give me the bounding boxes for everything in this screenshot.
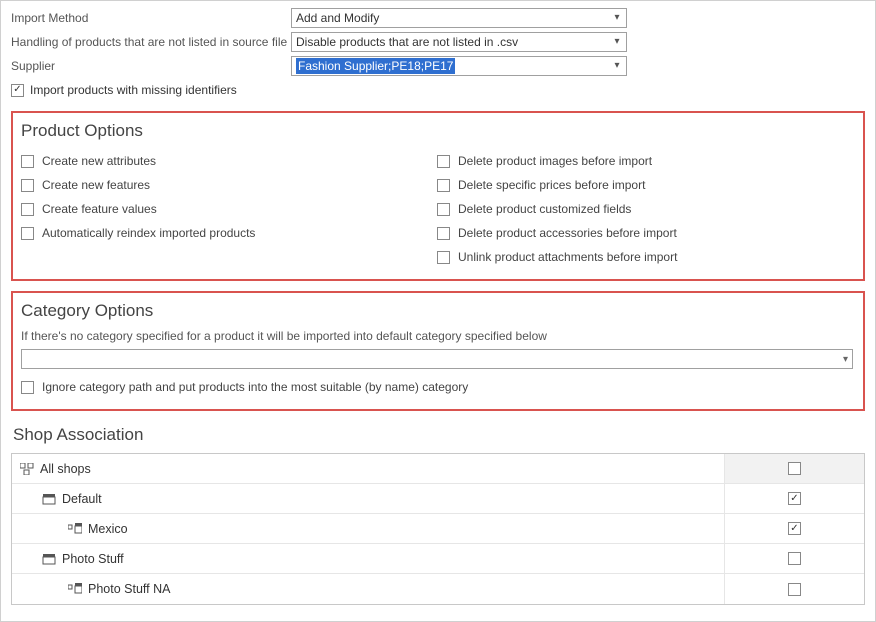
- option-row: Delete specific prices before import: [437, 173, 853, 197]
- shop-checkbox-cell: [724, 544, 864, 573]
- shop-checkbox-cell: [724, 454, 864, 483]
- option-checkbox[interactable]: [437, 155, 450, 168]
- option-checkbox[interactable]: [437, 251, 450, 264]
- chevron-down-icon: ▾: [610, 37, 624, 47]
- shop-checkbox-cell: [724, 514, 864, 543]
- shop-association-table: All shops Default Mexico Photo Stuff Photo S…: [11, 453, 865, 605]
- option-row: Create new attributes: [21, 149, 437, 173]
- shop-row-label[interactable]: All shops: [12, 462, 724, 476]
- option-label: Create new features: [42, 178, 150, 192]
- shop-checkbox[interactable]: [788, 462, 801, 475]
- shop-row-text: Photo Stuff NA: [88, 582, 170, 596]
- product-options-title: Product Options: [21, 121, 853, 141]
- shop-row: Mexico: [12, 514, 864, 544]
- option-row: Delete product images before import: [437, 149, 853, 173]
- category-note: If there's no category specified for a p…: [21, 329, 853, 343]
- option-row: Automatically reindex imported products: [21, 221, 437, 245]
- option-label: Delete product customized fields: [458, 202, 631, 216]
- shop-checkbox-cell: [724, 484, 864, 513]
- supplier-value: Fashion Supplier;PE18;PE17: [296, 58, 455, 74]
- option-checkbox[interactable]: [437, 179, 450, 192]
- shop-checkbox[interactable]: [788, 552, 801, 565]
- chevron-down-icon: ▾: [843, 354, 848, 365]
- option-row: Delete product customized fields: [437, 197, 853, 221]
- import-method-label: Import Method: [11, 11, 291, 25]
- ignore-category-label: Ignore category path and put products in…: [42, 380, 468, 394]
- option-label: Delete product images before import: [458, 154, 652, 168]
- shop-checkbox[interactable]: [788, 522, 801, 535]
- shop-association-title: Shop Association: [13, 425, 865, 445]
- missing-ids-label: Import products with missing identifiers: [30, 83, 237, 97]
- group-icon: [42, 553, 56, 565]
- shop-row-label[interactable]: Photo Stuff: [12, 552, 724, 566]
- shop-row: Default: [12, 484, 864, 514]
- handling-label: Handling of products that are not listed…: [11, 35, 291, 49]
- supplier-label: Supplier: [11, 59, 291, 73]
- handling-select[interactable]: Disable products that are not listed in …: [291, 32, 627, 52]
- option-label: Create new attributes: [42, 154, 156, 168]
- option-label: Automatically reindex imported products: [42, 226, 255, 240]
- shop-row: Photo Stuff: [12, 544, 864, 574]
- root-icon: [20, 463, 34, 475]
- shop-row-text: Mexico: [88, 522, 128, 536]
- option-checkbox[interactable]: [21, 203, 34, 216]
- option-row: Delete product accessories before import: [437, 221, 853, 245]
- option-row: Create feature values: [21, 197, 437, 221]
- product-options-group: Product Options Create new attributes Cre…: [11, 111, 865, 281]
- import-method-select[interactable]: Add and Modify ▾: [291, 8, 627, 28]
- option-label: Delete product accessories before import: [458, 226, 677, 240]
- shop-row-label[interactable]: Photo Stuff NA: [12, 582, 724, 596]
- category-options-title: Category Options: [21, 301, 853, 321]
- option-label: Create feature values: [42, 202, 157, 216]
- option-checkbox[interactable]: [437, 227, 450, 240]
- shop-icon: [68, 523, 82, 535]
- shop-row-label[interactable]: Default: [12, 492, 724, 506]
- option-checkbox[interactable]: [21, 155, 34, 168]
- missing-ids-checkbox[interactable]: [11, 84, 24, 97]
- option-row: Unlink product attachments before import: [437, 245, 853, 269]
- option-checkbox[interactable]: [437, 203, 450, 216]
- shop-row-label[interactable]: Mexico: [12, 522, 724, 536]
- chevron-down-icon: ▾: [610, 13, 624, 23]
- option-checkbox[interactable]: [21, 227, 34, 240]
- import-method-value: Add and Modify: [296, 11, 379, 25]
- shop-checkbox-cell: [724, 574, 864, 604]
- shop-row-text: Default: [62, 492, 102, 506]
- shop-checkbox[interactable]: [788, 492, 801, 505]
- group-icon: [42, 493, 56, 505]
- shop-icon: [68, 583, 82, 595]
- option-checkbox[interactable]: [21, 179, 34, 192]
- default-category-select[interactable]: ▾: [21, 349, 853, 369]
- shop-row-text: All shops: [40, 462, 91, 476]
- shop-row: Photo Stuff NA: [12, 574, 864, 604]
- shop-row: All shops: [12, 454, 864, 484]
- category-options-group: Category Options If there's no category …: [11, 291, 865, 411]
- handling-value: Disable products that are not listed in …: [296, 35, 518, 49]
- supplier-select[interactable]: Fashion Supplier;PE18;PE17 ▾: [291, 56, 627, 76]
- shop-row-text: Photo Stuff: [62, 552, 124, 566]
- chevron-down-icon: ▾: [610, 61, 624, 71]
- option-label: Delete specific prices before import: [458, 178, 645, 192]
- ignore-category-checkbox[interactable]: [21, 381, 34, 394]
- shop-checkbox[interactable]: [788, 583, 801, 596]
- option-label: Unlink product attachments before import: [458, 250, 677, 264]
- option-row: Create new features: [21, 173, 437, 197]
